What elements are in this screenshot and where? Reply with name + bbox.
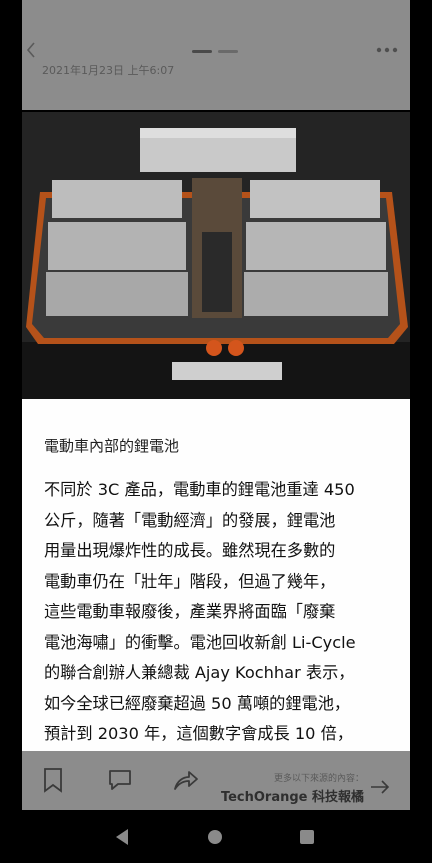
comment-icon[interactable] (106, 767, 132, 793)
paragraph-line: 電動車仍在「壯年」階段，但過了幾年， (44, 571, 336, 591)
bookmark-icon[interactable] (42, 767, 68, 793)
paragraph-line: 不同於 3C 產品，電動車的鋰電池重達 450 (44, 480, 355, 499)
page-indicator-dot-active (192, 50, 212, 53)
article-body: 電動車內部的鋰電池 不同於 3C 產品，電動車的鋰電池重達 450 公斤，隨著「… (22, 399, 410, 751)
paragraph-line: 預計到 2030 年，這個數字會成長 10 倍， (44, 724, 353, 743)
nav-recent-icon[interactable] (300, 830, 314, 844)
battery-pack-image (22, 112, 410, 399)
paragraph-line: 用量出現爆炸性的成長。雖然現在多數的 (44, 541, 336, 560)
chevron-left-icon[interactable] (26, 42, 42, 62)
top-app-bar: 2021年1月23日 上午6:07 (22, 0, 410, 110)
more-dots-icon[interactable] (376, 40, 402, 56)
next-article-source[interactable]: TechOrange 科技報橘 (221, 786, 364, 805)
nav-home-icon[interactable] (208, 830, 222, 844)
system-nav-bar (0, 810, 432, 863)
share-icon[interactable] (172, 767, 198, 793)
paragraph-line: 電池海嘯」的衝擊。電池回收新創 Li-Cycle (44, 632, 356, 652)
page-indicator-dot (218, 50, 238, 53)
paragraph-line: 如今全球已經廢棄超過 50 萬噸的鋰電池， (44, 693, 351, 713)
paragraph-line: 的聯合創辦人兼總裁 Ajay Kochhar 表示， (44, 663, 355, 682)
nav-back-icon[interactable] (114, 828, 130, 850)
post-date: 2021年1月23日 上午6:07 (42, 64, 175, 77)
paragraph-line: 這些電動車報廢後，產業界將面臨「廢棄 (44, 602, 336, 621)
article-paragraph: 不同於 3C 產品，電動車的鋰電池重達 450 公斤，隨著「電動經濟」的發展，鋰… (44, 475, 394, 750)
image-caption: 電動車內部的鋰電池 (44, 437, 180, 455)
arrow-right-icon[interactable] (370, 779, 390, 794)
paragraph-line: 公斤，隨著「電動經濟」的發展，鋰電池 (44, 510, 336, 530)
bottom-toolbar: 更多以下來源的內容： TechOrange 科技報橘 (22, 751, 410, 810)
page-indicator (192, 50, 252, 54)
next-article-hint: 更多以下來源的內容： (273, 774, 364, 784)
